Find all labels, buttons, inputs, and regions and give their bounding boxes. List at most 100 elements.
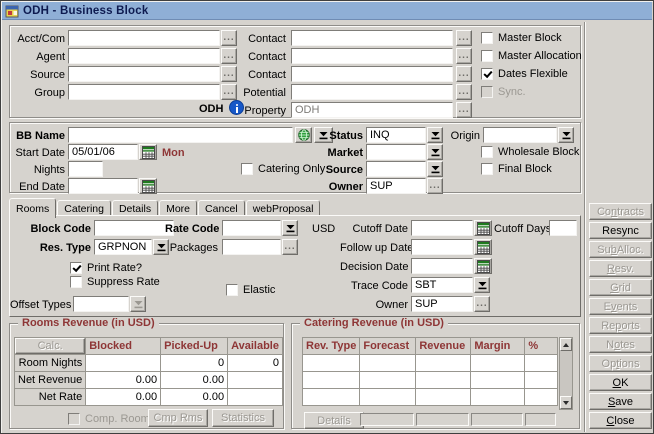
events-button[interactable]: Events <box>589 298 652 315</box>
details-button[interactable]: Details <box>304 412 364 429</box>
rooms-revenue-group: Rooms Revenue (in USD) Calc. Blocked Pic… <box>9 323 284 429</box>
tab-cancel[interactable]: Cancel <box>198 200 245 216</box>
market-input[interactable] <box>366 144 426 160</box>
contact1-input[interactable] <box>291 30 453 46</box>
status-lov-button[interactable] <box>427 127 443 143</box>
contact3-input[interactable] <box>291 66 453 82</box>
sub-alloc-button[interactable]: Sub Alloc. <box>589 241 652 258</box>
block-code-input[interactable] <box>94 220 174 236</box>
origin-lov-button[interactable] <box>558 127 574 143</box>
res-type-input[interactable]: GRPNON <box>94 239 152 255</box>
reports-button[interactable]: Reports <box>589 317 652 334</box>
info-icon[interactable] <box>229 100 244 115</box>
group-label: Group <box>12 86 65 100</box>
potential-input[interactable] <box>291 84 453 100</box>
grid-button[interactable]: Grid <box>589 279 652 296</box>
cutoff-date-input[interactable] <box>411 220 473 236</box>
decision-date-input[interactable] <box>411 258 473 274</box>
ok-button[interactable]: OK <box>589 374 652 391</box>
follow-up-calendar-button[interactable] <box>474 239 492 255</box>
close-button[interactable]: Close <box>589 412 652 429</box>
rooms-owner-input[interactable]: SUP <box>411 296 473 312</box>
suppress-rate-checkbox[interactable]: Suppress Rate <box>70 275 160 289</box>
end-date-input[interactable] <box>68 178 138 194</box>
wholesale-block-checkbox[interactable]: Wholesale Block <box>481 145 579 159</box>
checkbox-box <box>481 32 493 44</box>
checkbox-label: Suppress Rate <box>87 276 160 288</box>
acct-com-input[interactable] <box>68 30 220 46</box>
table-cell <box>228 372 283 389</box>
nights-input[interactable] <box>68 161 103 177</box>
packages-label: Packages <box>165 241 218 255</box>
tab-catering[interactable]: Catering <box>57 200 111 216</box>
calc-button[interactable]: Calc. <box>15 338 85 354</box>
packages-browse-button[interactable]: ... <box>282 239 298 255</box>
resv-button[interactable]: Resv. <box>589 260 652 277</box>
master-allocation-checkbox[interactable]: Master Allocation <box>481 49 582 63</box>
contact2-browse-button[interactable]: ... <box>456 48 472 64</box>
block-source-input[interactable] <box>366 161 426 177</box>
contact1-browse-button[interactable]: ... <box>456 30 472 46</box>
trace-code-lov-button[interactable] <box>474 277 490 293</box>
block-owner-input[interactable]: SUP <box>366 178 426 194</box>
titlebar[interactable]: ODH - Business Block <box>2 2 652 20</box>
market-lov-button[interactable] <box>427 144 443 160</box>
cutoff-days-input[interactable] <box>549 220 577 236</box>
contracts-button[interactable]: Contracts <box>589 203 652 220</box>
rate-code-input[interactable] <box>222 220 281 236</box>
agent-input[interactable] <box>68 48 220 64</box>
translate-globe-button[interactable] <box>295 127 312 143</box>
notes-button[interactable]: Notes <box>589 336 652 353</box>
print-rate-checkbox[interactable]: Print Rate? <box>70 261 142 275</box>
cmp-rms-button[interactable]: Cmp Rms <box>148 409 208 427</box>
options-button[interactable]: Options <box>589 355 652 372</box>
rooms-owner-browse-button[interactable]: ... <box>474 296 490 312</box>
tab-details[interactable]: Details <box>112 200 158 216</box>
dates-flexible-checkbox[interactable]: Dates Flexible <box>481 67 568 81</box>
cutoff-date-calendar-button[interactable] <box>474 220 492 236</box>
business-block-window: ODH - Business Block Acct/Com ... Agent … <box>0 0 654 434</box>
property-browse-button[interactable]: ... <box>456 102 472 118</box>
table-cell <box>471 355 525 372</box>
checkbox-label: Wholesale Block <box>498 146 579 158</box>
rooms-revenue-table: Calc. Blocked Picked-Up Available Room N… <box>14 337 283 406</box>
status-input[interactable]: INQ <box>366 127 426 143</box>
packages-input[interactable] <box>222 239 281 255</box>
final-block-checkbox[interactable]: Final Block <box>481 162 552 176</box>
ellipsis-icon: ... <box>458 53 469 59</box>
table-row: Net Rate 0.00 0.00 <box>15 389 283 406</box>
rate-code-lov-button[interactable] <box>282 220 298 236</box>
block-owner-browse-button[interactable]: ... <box>427 178 443 194</box>
column-header-revenue: Revenue <box>416 338 471 355</box>
elastic-checkbox[interactable]: Elastic <box>226 283 275 297</box>
trace-code-input[interactable]: SBT <box>411 277 473 293</box>
bb-name-label: BB Name <box>12 129 65 143</box>
resync-button[interactable]: Resync <box>589 222 652 239</box>
origin-input[interactable] <box>483 127 557 143</box>
scroll-up-button[interactable] <box>560 338 572 351</box>
bb-name-input[interactable] <box>68 127 293 143</box>
source-input[interactable] <box>68 66 220 82</box>
offset-types-input[interactable] <box>73 296 129 312</box>
follow-up-date-input[interactable] <box>411 239 473 255</box>
start-date-input[interactable]: 05/01/06 <box>68 144 138 160</box>
agent-label: Agent <box>12 50 65 64</box>
end-date-calendar-button[interactable] <box>139 178 157 194</box>
block-source-lov-button[interactable] <box>427 161 443 177</box>
save-button[interactable]: Save <box>589 393 652 410</box>
catering-only-checkbox[interactable]: Catering Only <box>241 162 325 176</box>
table-row <box>303 372 558 389</box>
start-date-calendar-button[interactable] <box>139 144 157 160</box>
decision-calendar-button[interactable] <box>474 258 492 274</box>
scroll-down-button[interactable] <box>560 396 572 409</box>
tab-more[interactable]: More <box>159 200 197 216</box>
statistics-button[interactable]: Statistics <box>212 409 274 427</box>
group-input[interactable] <box>68 84 220 100</box>
tab-rooms[interactable]: Rooms <box>9 198 56 218</box>
catering-table-scrollbar[interactable] <box>559 337 573 410</box>
tab-webproposal[interactable]: webProposal <box>246 200 321 216</box>
contact3-browse-button[interactable]: ... <box>456 66 472 82</box>
master-block-checkbox[interactable]: Master Block <box>481 31 562 45</box>
potential-browse-button[interactable]: ... <box>456 84 472 100</box>
contact2-input[interactable] <box>291 48 453 64</box>
